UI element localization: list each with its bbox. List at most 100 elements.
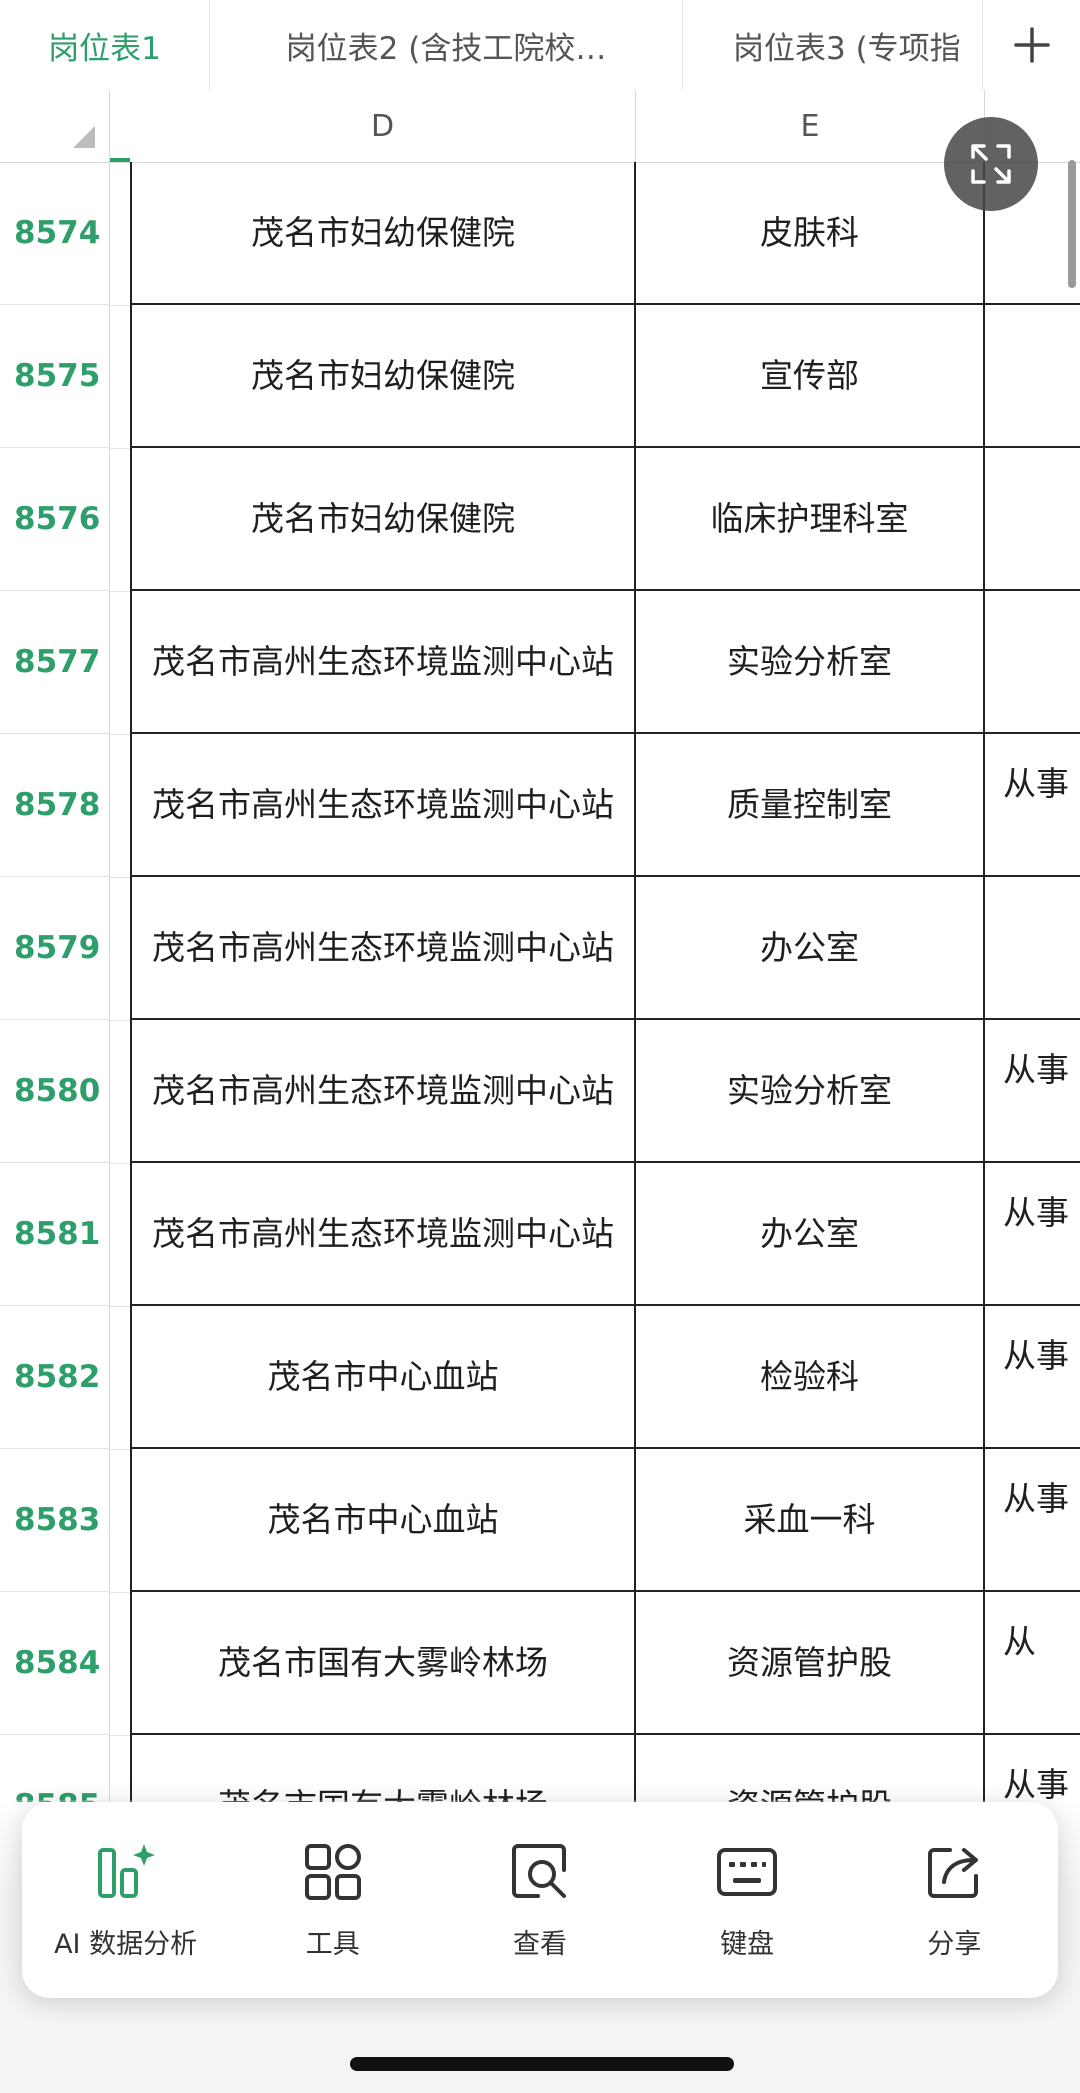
cell-d[interactable]: 茂名市高州生态环境监测中心站 <box>130 877 636 1020</box>
cell-e[interactable]: 资源管护股 <box>636 1592 985 1735</box>
cell-f[interactable]: 从 <box>985 1592 1080 1735</box>
plus-icon <box>1013 27 1050 63</box>
cell-d[interactable]: 茂名市妇幼保健院 <box>130 448 636 591</box>
table-row: 8584 茂名市国有大雾岭林场 资源管护股 从 <box>0 1592 1080 1736</box>
row-number[interactable]: 8583 <box>0 1449 110 1592</box>
cell-f[interactable]: 从事 <box>985 734 1080 877</box>
row-number[interactable]: 8577 <box>0 591 110 734</box>
row-gutter <box>110 1306 130 1450</box>
table-row: 8574 茂名市妇幼保健院 皮肤科 <box>0 162 1080 306</box>
cell-d[interactable]: 茂名市妇幼保健院 <box>130 305 636 448</box>
row-gutter <box>110 1020 130 1164</box>
cell-e[interactable]: 皮肤科 <box>636 162 985 305</box>
row-number[interactable]: 8574 <box>0 162 110 305</box>
row-gutter <box>110 734 130 878</box>
bottom-toolbar: AI 数据分析 工具 查看 键盘 分享 <box>22 1802 1058 1998</box>
row-number[interactable]: 8581 <box>0 1163 110 1306</box>
column-header-e[interactable]: E <box>636 90 985 162</box>
view-label: 查看 <box>512 1928 567 1960</box>
vertical-scrollbar[interactable] <box>1068 160 1076 288</box>
cell-e[interactable]: 检验科 <box>636 1306 985 1449</box>
row-number[interactable]: 8582 <box>0 1306 110 1449</box>
table-row: 8581 茂名市高州生态环境监测中心站 办公室 从事 <box>0 1163 1080 1307</box>
cell-f[interactable]: 从事 <box>985 1449 1080 1592</box>
tab-sheet-1-label: 岗位表1 <box>48 30 161 67</box>
row-gutter <box>110 1449 130 1593</box>
row-gutter <box>110 1592 130 1736</box>
table-row: 8580 茂名市高州生态环境监测中心站 实验分析室 从事 <box>0 1020 1080 1164</box>
keyboard-button[interactable]: 键盘 <box>652 1840 842 1961</box>
cell-f[interactable]: 从事 <box>985 1306 1080 1449</box>
cell-d[interactable]: 茂名市国有大雾岭林场 <box>130 1735 636 1802</box>
tab-sheet-2-label: 岗位表2 (含技工院校… <box>285 30 607 67</box>
row-gutter <box>110 1163 130 1307</box>
keyboard-icon <box>717 1847 778 1896</box>
cell-d[interactable]: 茂名市高州生态环境监测中心站 <box>130 734 636 877</box>
row-number[interactable]: 8580 <box>0 1020 110 1163</box>
home-indicator[interactable] <box>350 2057 734 2071</box>
cell-d[interactable]: 茂名市国有大雾岭林场 <box>130 1592 636 1735</box>
tools-grid-icon <box>304 1843 361 1900</box>
cell-d[interactable]: 茂名市高州生态环境监测中心站 <box>130 1020 636 1163</box>
cell-e[interactable]: 资源管护股 <box>636 1735 985 1802</box>
table-row: 8575 茂名市妇幼保健院 宣传部 <box>0 305 1080 449</box>
select-all-triangle-icon <box>73 126 95 148</box>
table-row: 8577 茂名市高州生态环境监测中心站 实验分析室 <box>0 591 1080 735</box>
tab-sheet-3-label: 岗位表3 (专项指 <box>733 30 961 67</box>
column-header-row: D E <box>0 90 1080 163</box>
add-sheet-button[interactable] <box>983 0 1080 90</box>
table-row: 8576 茂名市妇幼保健院 临床护理科室 <box>0 448 1080 592</box>
table-row: 8585 茂名市国有大雾岭林场 资源管护股 从事 <box>0 1735 1080 1802</box>
cell-f[interactable] <box>985 591 1080 734</box>
tab-sheet-3[interactable]: 岗位表3 (专项指 <box>683 0 983 90</box>
select-all-corner[interactable] <box>0 90 110 162</box>
view-search-icon <box>511 1843 566 1898</box>
tools-button[interactable]: 工具 <box>238 1840 428 1961</box>
ai-analysis-button[interactable]: AI 数据分析 <box>31 1840 221 1961</box>
cell-e[interactable]: 实验分析室 <box>636 591 985 734</box>
row-number[interactable]: 8584 <box>0 1592 110 1735</box>
fullscreen-button[interactable] <box>944 117 1038 211</box>
ai-analysis-icon <box>97 1843 155 1898</box>
cell-d[interactable]: 茂名市妇幼保健院 <box>130 162 636 305</box>
cell-e[interactable]: 质量控制室 <box>636 734 985 877</box>
cell-d[interactable]: 茂名市中心血站 <box>130 1449 636 1592</box>
share-label: 分享 <box>927 1928 982 1960</box>
cell-f[interactable] <box>985 305 1080 448</box>
row-gutter <box>110 162 130 306</box>
row-gutter <box>110 448 130 592</box>
column-header-d[interactable]: D <box>130 90 636 162</box>
cell-f[interactable] <box>985 448 1080 591</box>
row-number[interactable]: 8585 <box>0 1735 110 1802</box>
tab-sheet-2[interactable]: 岗位表2 (含技工院校… <box>210 0 683 90</box>
expand-icon <box>971 144 1011 184</box>
cell-d[interactable]: 茂名市高州生态环境监测中心站 <box>130 1163 636 1306</box>
row-gutter <box>110 305 130 449</box>
table-row: 8583 茂名市中心血站 采血一科 从事 <box>0 1449 1080 1593</box>
cell-f[interactable] <box>985 877 1080 1020</box>
spreadsheet-grid[interactable]: 8574 茂名市妇幼保健院 皮肤科 8575 茂名市妇幼保健院 宣传部 8576… <box>0 162 1080 1802</box>
row-gutter <box>110 591 130 735</box>
cell-f[interactable]: 从事 <box>985 1163 1080 1306</box>
cell-e[interactable]: 办公室 <box>636 1163 985 1306</box>
cell-f[interactable]: 从事 <box>985 1735 1080 1802</box>
row-number[interactable]: 8575 <box>0 305 110 448</box>
row-number[interactable]: 8576 <box>0 448 110 591</box>
keyboard-label: 键盘 <box>720 1928 775 1960</box>
cell-f[interactable]: 从事 <box>985 1020 1080 1163</box>
view-button[interactable]: 查看 <box>445 1840 635 1961</box>
row-number[interactable]: 8579 <box>0 877 110 1020</box>
row-gutter <box>110 1735 130 1802</box>
cell-e[interactable]: 采血一科 <box>636 1449 985 1592</box>
share-button[interactable]: 分享 <box>859 1840 1049 1961</box>
ai-analysis-label: AI 数据分析 <box>54 1928 198 1960</box>
tab-sheet-1[interactable]: 岗位表1 <box>0 0 210 90</box>
cell-e[interactable]: 宣传部 <box>636 305 985 448</box>
cell-d[interactable]: 茂名市中心血站 <box>130 1306 636 1449</box>
row-number[interactable]: 8578 <box>0 734 110 877</box>
cell-e[interactable]: 临床护理科室 <box>636 448 985 591</box>
cell-d[interactable]: 茂名市高州生态环境监测中心站 <box>130 591 636 734</box>
table-row: 8579 茂名市高州生态环境监测中心站 办公室 <box>0 877 1080 1021</box>
cell-e[interactable]: 实验分析室 <box>636 1020 985 1163</box>
cell-e[interactable]: 办公室 <box>636 877 985 1020</box>
